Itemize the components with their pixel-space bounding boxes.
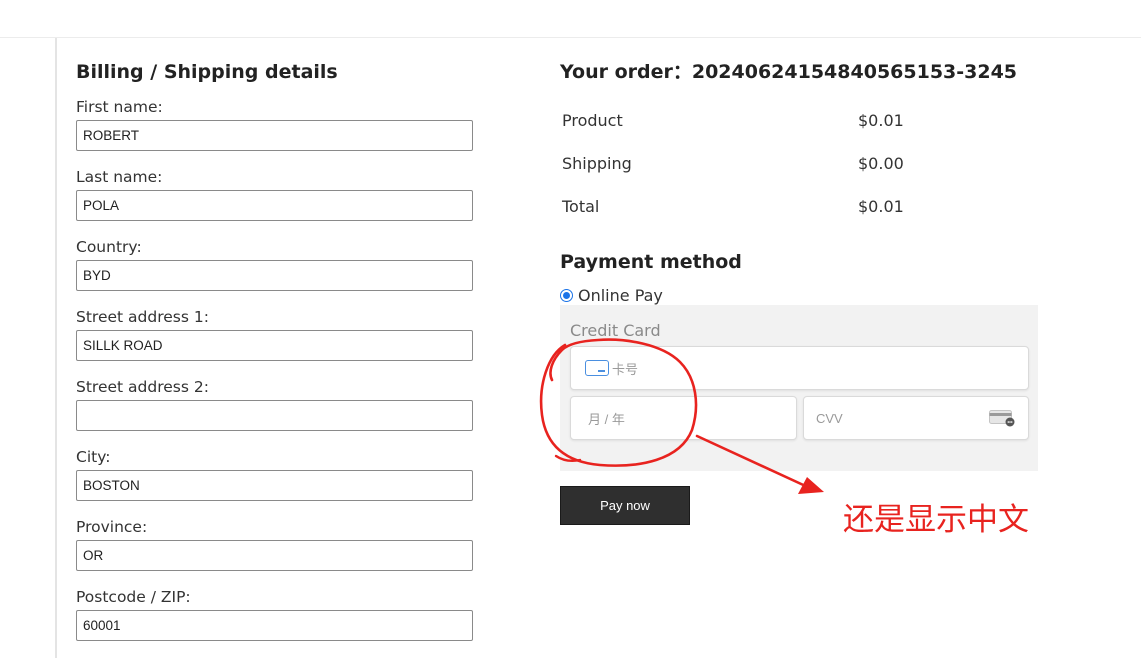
- credit-card-title: Credit Card: [570, 321, 661, 340]
- credit-card-panel: Credit Card 卡号 月 / 年 CVV: [560, 305, 1038, 471]
- card-cvv-input[interactable]: CVV: [803, 396, 1029, 440]
- order-row-value: $0.01: [858, 111, 904, 130]
- left-divider: [55, 38, 57, 658]
- cvv-card-icon: [989, 410, 1015, 427]
- postcode-field: Postcode / ZIP:: [76, 586, 473, 641]
- credit-card-icon: [585, 360, 609, 376]
- city-label: City:: [76, 448, 111, 466]
- order-title: Your order：20240624154840565153-3245: [560, 61, 1018, 83]
- province-input[interactable]: [76, 540, 473, 571]
- first-name-input[interactable]: [76, 120, 473, 151]
- order-row-label: Total: [562, 197, 600, 216]
- street-address-1-field: Street address 1:: [76, 306, 473, 361]
- card-number-input[interactable]: 卡号: [570, 346, 1029, 390]
- order-row-value: $0.00: [858, 154, 904, 173]
- card-expiry-input[interactable]: 月 / 年: [570, 396, 797, 440]
- order-row-product: Product $0.01: [562, 111, 1032, 131]
- street-address-2-input[interactable]: [76, 400, 473, 431]
- province-label: Province:: [76, 518, 148, 536]
- street-address-1-input[interactable]: [76, 330, 473, 361]
- country-label: Country:: [76, 238, 142, 256]
- card-cvv-placeholder: CVV: [816, 410, 843, 426]
- card-number-placeholder: 卡号: [612, 361, 639, 377]
- online-pay-radio[interactable]: [560, 288, 573, 302]
- street-address-2-label: Street address 2:: [76, 378, 209, 396]
- annotation-text: 还是显示中文: [843, 502, 1029, 538]
- order-row-label: Product: [562, 111, 623, 130]
- order-row-value: $0.01: [858, 197, 904, 216]
- province-field: Province:: [76, 516, 473, 571]
- first-name-field: First name:: [76, 96, 473, 151]
- radio-selected-dot: [563, 291, 570, 299]
- top-bar: [0, 0, 1141, 38]
- order-summary: Your order：20240624154840565153-3245 Pro…: [560, 58, 1040, 216]
- postcode-label: Postcode / ZIP:: [76, 588, 191, 606]
- card-expiry-placeholder: 月 / 年: [588, 411, 625, 427]
- pay-now-button[interactable]: Pay now: [560, 486, 690, 525]
- billing-title: Billing / Shipping details: [76, 61, 338, 83]
- last-name-label: Last name:: [76, 168, 163, 186]
- city-input[interactable]: [76, 470, 473, 501]
- online-pay-label: Online Pay: [578, 285, 663, 305]
- online-pay-option[interactable]: Online Pay: [560, 284, 663, 306]
- billing-form: Billing / Shipping details First name: L…: [76, 58, 476, 641]
- country-input[interactable]: [76, 260, 473, 291]
- order-row-total: Total $0.01: [562, 197, 1032, 217]
- order-row-shipping: Shipping $0.00: [562, 154, 1032, 174]
- postcode-input[interactable]: [76, 610, 473, 641]
- order-row-label: Shipping: [562, 154, 632, 173]
- payment-method-title: Payment method: [560, 251, 742, 273]
- street-address-2-field: Street address 2:: [76, 376, 473, 431]
- country-field: Country:: [76, 236, 473, 291]
- city-field: City:: [76, 446, 473, 501]
- last-name-input[interactable]: [76, 190, 473, 221]
- annotation-arrowhead: [798, 477, 824, 494]
- last-name-field: Last name:: [76, 166, 473, 221]
- first-name-label: First name:: [76, 98, 163, 116]
- street-address-1-label: Street address 1:: [76, 308, 209, 326]
